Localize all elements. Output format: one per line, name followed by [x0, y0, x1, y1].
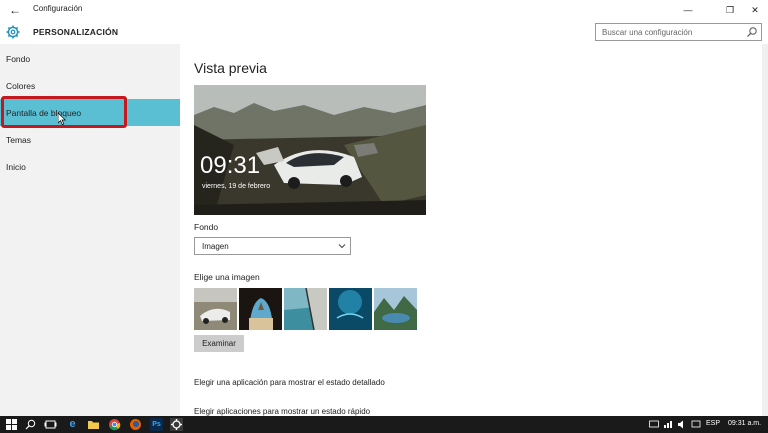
minimize-button[interactable]: — — [678, 2, 698, 18]
edge-browser-icon[interactable]: e — [66, 418, 79, 431]
search-icon[interactable] — [24, 418, 37, 431]
background-dropdown-value: Imagen — [202, 242, 229, 251]
settings-window: ← Configuración — ❐ ✕ PERSONALIZACIÓN Bu… — [0, 0, 768, 416]
browse-button[interactable]: Examinar — [194, 335, 244, 352]
image-thumbnail-cave-beach[interactable] — [239, 288, 282, 330]
sidebar-item-label: Temas — [6, 135, 32, 145]
image-thumbnail-underwater[interactable] — [329, 288, 372, 330]
title-bar: ← Configuración — ❐ ✕ — [0, 0, 768, 20]
image-thumbnail-car[interactable] — [194, 288, 237, 330]
sidebar-item-inicio[interactable]: Inicio — [0, 153, 180, 180]
window-title: Configuración — [33, 4, 83, 13]
settings-gear-icon[interactable] — [170, 418, 183, 431]
page-title: PERSONALIZACIÓN — [33, 27, 119, 37]
firefox-icon[interactable] — [129, 418, 142, 431]
main-content: Vista previa 09:31 viernes, 19 de febrer… — [180, 44, 768, 416]
sidebar-item-fondo[interactable]: Fondo — [0, 45, 180, 72]
windows-start-icon[interactable] — [5, 418, 18, 431]
chevron-down-icon — [338, 244, 346, 249]
sidebar-item-colores[interactable]: Colores — [0, 72, 180, 99]
language-indicator[interactable]: ESP — [706, 420, 720, 427]
scrollbar[interactable] — [762, 44, 768, 416]
preview-clock: 09:31 — [200, 152, 261, 179]
sidebar-item-temas[interactable]: Temas — [0, 126, 180, 153]
gear-icon — [6, 25, 20, 39]
search-icon[interactable] — [746, 26, 758, 38]
close-button[interactable]: ✕ — [745, 2, 765, 18]
preview-image — [194, 85, 426, 215]
file-explorer-icon[interactable] — [87, 418, 100, 431]
detail-status-app-link[interactable]: Elegir una aplicación para mostrar el es… — [194, 378, 385, 387]
chrome-icon[interactable] — [108, 418, 121, 431]
image-thumbnail-mountain-lake[interactable] — [374, 288, 417, 330]
task-view-icon[interactable] — [44, 418, 57, 431]
maximize-button[interactable]: ❐ — [720, 2, 740, 18]
sidebar-item-label: Fondo — [6, 54, 31, 64]
background-label: Fondo — [194, 222, 219, 232]
taskbar-clock[interactable]: 09:31 a.m. — [728, 420, 761, 427]
choose-image-label: Elige una imagen — [194, 272, 260, 282]
preview-date: viernes, 19 de febrero — [202, 183, 271, 190]
back-arrow-icon[interactable]: ← — [8, 3, 22, 17]
search-input[interactable]: Buscar una configuración — [595, 23, 762, 41]
taskbar: e Ps ESP 09:31 a.m. — [0, 416, 768, 433]
sidebar-item-label: Colores — [6, 81, 36, 91]
keyboard-tray-icon[interactable] — [649, 420, 659, 429]
volume-icon[interactable] — [677, 420, 687, 429]
network-icon[interactable] — [663, 420, 673, 429]
lock-screen-preview: 09:31 viernes, 19 de febrero — [194, 85, 426, 215]
search-placeholder: Buscar una configuración — [602, 28, 693, 37]
photoshop-icon[interactable]: Ps — [150, 418, 163, 431]
quick-status-apps-link[interactable]: Elegir aplicaciones para mostrar un esta… — [194, 407, 370, 416]
section-title: Vista previa — [194, 60, 267, 76]
action-center-icon[interactable] — [691, 420, 701, 429]
sidebar-item-label: Inicio — [6, 162, 26, 172]
image-thumbnail-coast[interactable] — [284, 288, 327, 330]
background-dropdown[interactable]: Imagen — [194, 237, 351, 255]
mouse-cursor-icon — [58, 113, 66, 125]
